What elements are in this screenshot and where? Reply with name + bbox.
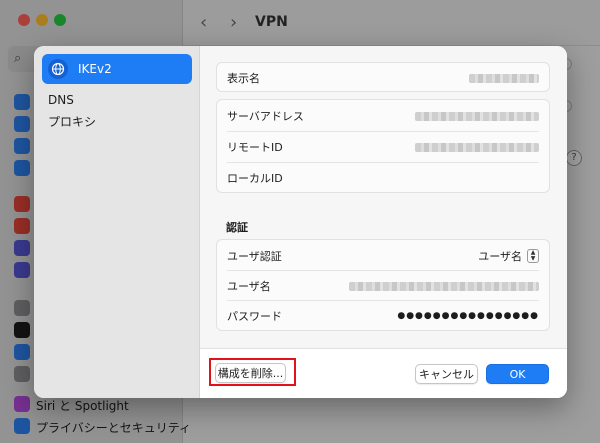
remote-id-value-redacted[interactable] xyxy=(415,142,539,152)
user-auth-row: ユーザ認証 ユーザ名 ▲ ▼ xyxy=(217,240,549,272)
globe-icon xyxy=(48,59,68,79)
vpn-config-sheet: IKEv2 DNS プロキシ 表示名 サーバアドレス リモートID ローカルID… xyxy=(34,46,567,398)
delete-button-highlight-annotation xyxy=(209,358,296,386)
password-label: パスワード xyxy=(227,310,282,323)
password-row[interactable]: パスワード ●●●●●●●●●●●●●●●● xyxy=(217,300,549,332)
ok-button[interactable]: OK xyxy=(486,364,549,384)
vpn-config-main: 表示名 サーバアドレス リモートID ローカルID 認証 ユーザ認証 ユーザ名 … xyxy=(200,46,567,348)
local-id-label: ローカルID xyxy=(227,172,283,185)
updown-chevron-icon: ▲ ▼ xyxy=(527,249,539,263)
sidebar-item-label: IKEv2 xyxy=(78,62,112,76)
user-auth-label: ユーザ認証 xyxy=(227,250,282,263)
sidebar-item-label: プロキシ xyxy=(48,114,97,129)
server-address-row[interactable]: サーバアドレス xyxy=(217,100,549,132)
user-auth-value: ユーザ名 xyxy=(478,250,522,263)
username-label: ユーザ名 xyxy=(227,280,271,293)
server-settings-box: サーバアドレス リモートID ローカルID xyxy=(216,99,550,193)
sidebar-item-proxy[interactable]: プロキシ xyxy=(42,106,192,136)
sidebar-item-label: DNS xyxy=(48,93,74,107)
server-address-label: サーバアドレス xyxy=(227,110,304,123)
display-name-label: 表示名 xyxy=(227,72,260,85)
vpn-config-sidebar: IKEv2 DNS プロキシ xyxy=(34,46,200,398)
remote-id-label: リモートID xyxy=(227,141,283,154)
remote-id-row[interactable]: リモートID xyxy=(217,131,549,163)
display-name-row[interactable]: 表示名 xyxy=(217,62,549,94)
auth-settings-box: ユーザ認証 ユーザ名 ▲ ▼ ユーザ名 パスワード ●●●●●●●●●●●●●●●… xyxy=(216,239,550,331)
username-row[interactable]: ユーザ名 xyxy=(217,270,549,302)
username-value-redacted[interactable] xyxy=(349,281,539,291)
local-id-row[interactable]: ローカルID xyxy=(217,162,549,194)
user-auth-popup[interactable]: ユーザ名 ▲ ▼ xyxy=(478,248,539,264)
display-name-box: 表示名 xyxy=(216,62,550,92)
password-field[interactable]: ●●●●●●●●●●●●●●●● xyxy=(397,311,539,321)
auth-section-title: 認証 xyxy=(226,221,248,234)
sidebar-item-ikev2[interactable]: IKEv2 xyxy=(42,54,192,84)
display-name-value-redacted[interactable] xyxy=(469,73,539,83)
cancel-button[interactable]: キャンセル xyxy=(415,364,478,384)
server-address-value-redacted[interactable] xyxy=(415,111,539,121)
